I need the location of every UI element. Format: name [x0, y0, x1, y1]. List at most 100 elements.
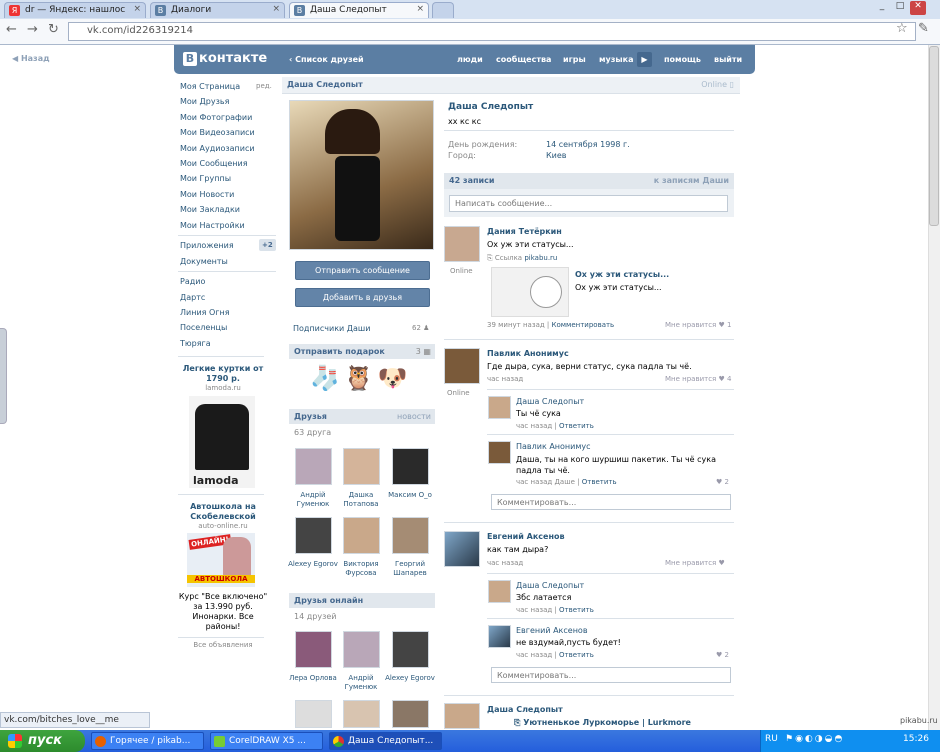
reply-avatar[interactable] — [488, 625, 511, 648]
all-ads-link[interactable]: Все объявления — [180, 641, 266, 649]
send-message-button[interactable]: Отправить сообщение — [295, 261, 430, 280]
online-friend-avatar[interactable] — [392, 631, 429, 668]
online-friend-avatar[interactable] — [295, 631, 332, 668]
reply-link[interactable]: Ответить — [559, 606, 594, 614]
edit-link[interactable]: ред. — [256, 82, 272, 90]
comment-input[interactable]: Комментировать... — [491, 494, 731, 510]
back-link[interactable]: ◀ Назад — [12, 54, 50, 63]
post-link[interactable]: ⎘ Уютненькое Луркоморье | Lurkmore — [514, 718, 691, 728]
close-icon[interactable]: × — [416, 4, 424, 14]
reply-avatar[interactable] — [488, 396, 511, 419]
wall-post-input[interactable]: Написать сообщение... — [449, 195, 728, 212]
ad1-image[interactable]: lamoda — [189, 396, 255, 488]
start-button[interactable]: пуск — [0, 730, 85, 752]
star-icon[interactable]: ☆ — [896, 21, 908, 36]
nav-people[interactable]: люди — [457, 55, 483, 64]
online-friend-avatar[interactable] — [343, 631, 380, 668]
nav-my-news[interactable]: Мои Новости — [180, 190, 234, 199]
nav-app-fireline[interactable]: Линия Огня — [180, 308, 230, 317]
like-button[interactable]: ♥ 2 — [716, 651, 729, 659]
close-icon[interactable]: × — [133, 4, 141, 14]
comment-input[interactable]: Комментировать... — [491, 667, 731, 683]
online-friend-name[interactable]: Alexey Egorov — [384, 674, 436, 683]
owl-gift-icon[interactable]: 🦉 — [344, 364, 378, 392]
friends-header[interactable]: Друзья новости — [289, 409, 435, 424]
nav-my-audio[interactable]: Мои Аудиозаписи — [180, 144, 255, 153]
post-author[interactable]: Дания Тетёркин — [487, 227, 562, 236]
profile-status[interactable]: хх кс кс — [448, 117, 481, 126]
reply-author[interactable]: Даша Следопыт — [516, 397, 584, 406]
friend-name[interactable]: Максим O_o — [384, 491, 436, 500]
side-panel-handle[interactable] — [0, 328, 7, 424]
nav-communities[interactable]: сообщества — [496, 55, 551, 64]
post-author-avatar[interactable] — [444, 531, 480, 567]
friend-avatar[interactable] — [392, 448, 429, 485]
subscribers-link[interactable]: Подписчики Даши — [293, 324, 370, 333]
friend-name[interactable]: Alexey Egorov — [287, 560, 339, 569]
reply-author[interactable]: Евгений Аксенов — [516, 626, 588, 635]
new-tab-button[interactable] — [432, 2, 454, 18]
nav-my-friends[interactable]: Мои Друзья — [180, 97, 229, 106]
minimize-icon[interactable]: _ — [874, 1, 890, 15]
nav-documents[interactable]: Документы — [180, 257, 228, 266]
like-button[interactable]: Мне нравится ♥ — [665, 559, 725, 567]
ad1-title[interactable]: Легкие куртки от 1790 р. — [180, 364, 266, 384]
reply-link[interactable]: Ответить — [559, 422, 594, 430]
close-window-icon[interactable]: ✕ — [910, 1, 926, 15]
like-button[interactable]: Мне нравится ♥ 1 — [665, 321, 732, 329]
nav-app-settlers[interactable]: Поселенцы — [180, 323, 227, 332]
nav-games[interactable]: игры — [563, 55, 586, 64]
browser-tab-3[interactable]: В Даша Следопыт × — [289, 2, 429, 18]
nav-music[interactable]: музыка — [599, 55, 633, 64]
post-link[interactable]: ⎘ Ссылка pikabu.ru — [487, 254, 557, 263]
online-friend-avatar[interactable] — [392, 700, 429, 728]
nav-my-page[interactable]: Моя Страница — [180, 82, 240, 91]
reply-avatar[interactable] — [488, 441, 511, 464]
vk-logo[interactable]: Bконтакте — [183, 51, 267, 66]
language-indicator[interactable]: RU — [765, 734, 778, 744]
online-friend-avatar[interactable] — [343, 700, 380, 728]
reply-author[interactable]: Павлик Анонимус — [516, 442, 591, 451]
close-icon[interactable]: × — [272, 4, 280, 14]
link-preview-image[interactable] — [491, 267, 569, 317]
address-bar[interactable]: vk.com/id226319214 — [68, 22, 916, 41]
nav-apps[interactable]: Приложения — [180, 241, 234, 250]
nav-app-prison[interactable]: Тюряга — [180, 339, 211, 348]
post-author[interactable]: Павлик Анонимус — [487, 349, 569, 358]
wall-posts-link[interactable]: к записям Даши — [654, 176, 729, 185]
dog-gift-icon[interactable]: 🐶 — [378, 364, 412, 392]
post-author[interactable]: Даша Следопыт — [487, 705, 563, 714]
friend-name[interactable]: Георгий Шапарев — [384, 560, 436, 578]
like-button[interactable]: Мне нравится ♥ 4 — [665, 375, 732, 383]
maximize-icon[interactable]: □ — [892, 1, 908, 15]
back-arrow-icon[interactable]: ← — [6, 22, 17, 37]
nav-my-messages[interactable]: Мои Сообщения — [180, 159, 248, 168]
nav-app-radio[interactable]: Радио — [180, 277, 205, 286]
nav-my-videos[interactable]: Мои Видеозаписи — [180, 128, 255, 137]
gift-images[interactable]: 🧦🦉🐶 — [310, 364, 412, 392]
taskbar-item-chrome[interactable]: Даша Следопыт... — [329, 732, 442, 750]
online-friends-header[interactable]: Друзья онлайн — [289, 593, 435, 608]
nav-my-settings[interactable]: Мои Настройки — [180, 221, 245, 230]
nav-my-bookmarks[interactable]: Мои Закладки — [180, 205, 240, 214]
play-icon[interactable]: ▶ — [637, 52, 652, 67]
ad2-image[interactable]: ОНЛАЙН! АВТОШКОЛА — [187, 533, 255, 587]
friend-avatar[interactable] — [295, 448, 332, 485]
reply-avatar[interactable] — [488, 580, 511, 603]
add-friend-button[interactable]: Добавить в друзья — [295, 288, 430, 307]
wrench-icon[interactable]: ✎ — [918, 21, 929, 36]
stocking-gift-icon[interactable]: 🧦 — [310, 364, 344, 392]
friend-name[interactable]: Дашка Потапова — [335, 491, 387, 509]
friend-name[interactable]: Виктория Фурсова — [335, 560, 387, 578]
nav-logout[interactable]: выйти — [714, 55, 742, 64]
nav-app-darts[interactable]: Дартс — [180, 293, 205, 302]
nav-help[interactable]: помощь — [664, 55, 701, 64]
friend-name[interactable]: Андрій Гуменюк — [287, 491, 339, 509]
online-friend-name[interactable]: Лера Орлова — [287, 674, 339, 683]
friend-avatar[interactable] — [343, 448, 380, 485]
comment-link[interactable]: Комментировать — [552, 321, 615, 329]
nav-my-groups[interactable]: Мои Группы — [180, 174, 231, 183]
friend-avatar[interactable] — [392, 517, 429, 554]
friend-avatar[interactable] — [295, 517, 332, 554]
friend-avatar[interactable] — [343, 517, 380, 554]
